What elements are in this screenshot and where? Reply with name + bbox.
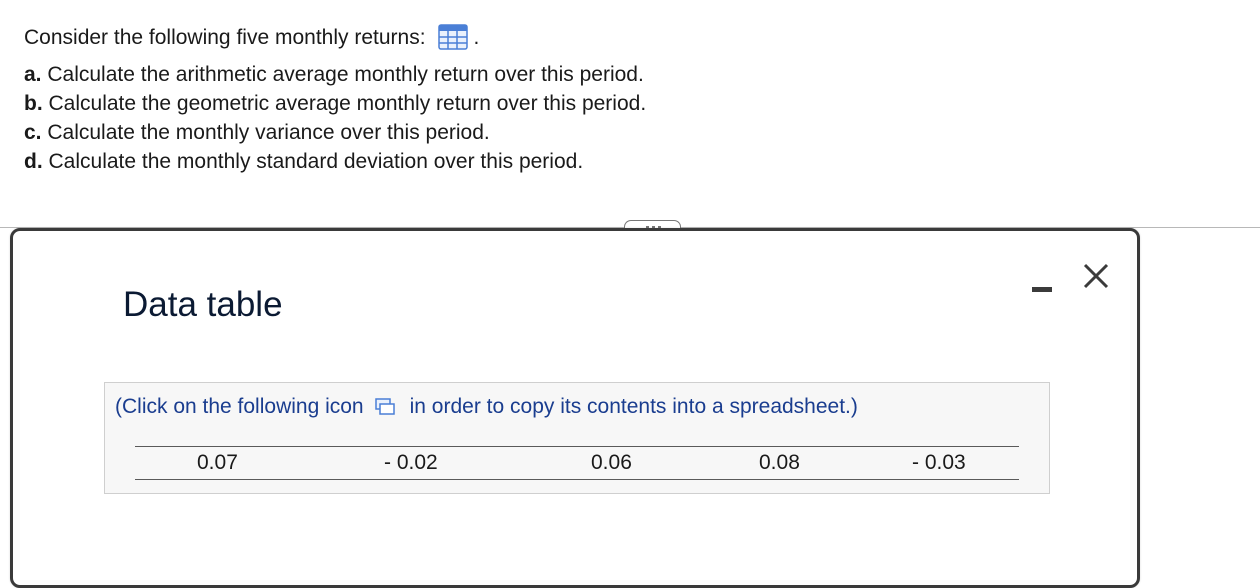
question-part-d: d. Calculate the monthly standard deviat…	[24, 147, 646, 176]
part-text: Calculate the monthly standard deviation…	[48, 150, 584, 173]
data-table-dialog: Data table (Click on the following icon …	[10, 228, 1140, 588]
dialog-title: Data table	[123, 285, 283, 324]
question-part-b: b. Calculate the geometric average month…	[24, 89, 646, 118]
copy-to-spreadsheet-icon[interactable]	[374, 397, 396, 417]
table-bottom-rule	[135, 479, 1019, 480]
part-letter: c.	[24, 121, 42, 144]
minimize-icon	[1032, 287, 1052, 292]
question-intro: Consider the following five monthly retu…	[24, 22, 646, 52]
question-text: Consider the following five monthly retu…	[24, 22, 646, 176]
return-cell-4: 0.08	[759, 451, 800, 474]
part-letter: a.	[24, 63, 42, 86]
part-text: Calculate the arithmetic average monthly…	[47, 63, 644, 86]
question-part-c: c. Calculate the monthly variance over t…	[24, 118, 646, 147]
question-part-a: a. Calculate the arithmetic average mont…	[24, 60, 646, 89]
close-button[interactable]	[1081, 261, 1111, 291]
returns-table-box: (Click on the following icon in order to…	[104, 382, 1050, 494]
return-cell-5: - 0.03	[912, 451, 966, 474]
data-table-grid-icon[interactable]	[437, 24, 468, 50]
return-cell-3: 0.06	[591, 451, 632, 474]
return-cell-2: - 0.02	[384, 451, 438, 474]
part-letter: d.	[24, 150, 43, 173]
table-top-rule	[135, 446, 1019, 447]
instruction-after: in order to copy its contents into a spr…	[409, 395, 858, 418]
instruction-before: (Click on the following icon	[115, 395, 364, 418]
question-intro-period: .	[473, 25, 480, 49]
part-text: Calculate the geometric average monthly …	[48, 92, 647, 115]
copy-instruction: (Click on the following icon in order to…	[115, 395, 858, 419]
minimize-button[interactable]	[1030, 275, 1054, 299]
return-cell-1: 0.07	[197, 451, 238, 474]
question-intro-text: Consider the following five monthly retu…	[24, 25, 426, 49]
part-letter: b.	[24, 92, 43, 115]
part-text: Calculate the monthly variance over this…	[47, 121, 490, 144]
close-icon	[1083, 263, 1109, 289]
